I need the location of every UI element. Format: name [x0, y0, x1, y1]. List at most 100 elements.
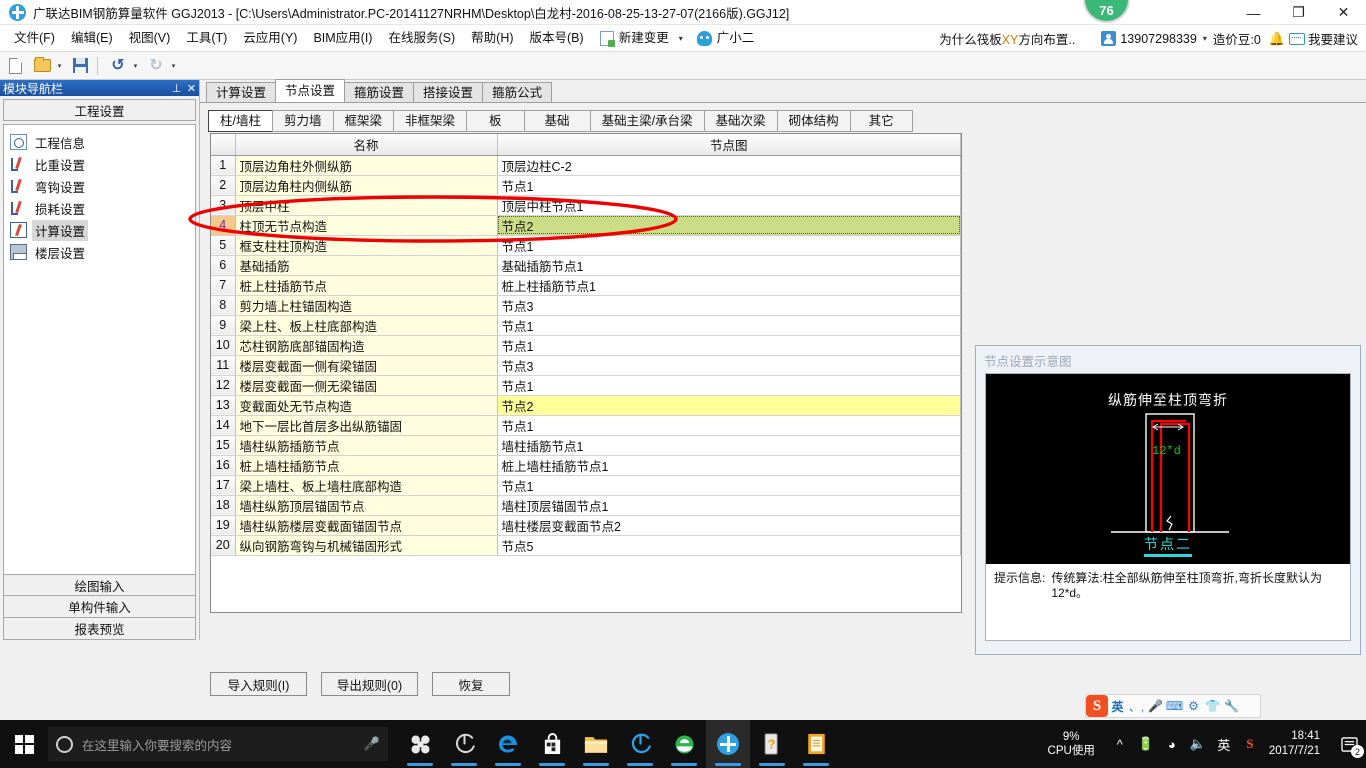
undo-button[interactable]: ↺ — [106, 54, 130, 78]
row-node-diagram-cell[interactable]: 墙柱顶层锚固节点1 — [497, 495, 961, 516]
row-index-cell[interactable]: 1 — [211, 155, 236, 176]
sidebar-item-loss-settings[interactable]: 损耗设置 — [4, 197, 195, 219]
assistant-icon[interactable] — [696, 30, 712, 46]
ime-punctuation-icon[interactable]: 、, — [1127, 698, 1146, 715]
row-node-diagram-cell[interactable]: 节点1 — [497, 475, 961, 496]
row-index-cell[interactable]: 4 — [211, 215, 236, 236]
row-name-cell[interactable]: 墙柱纵筋楼层变截面锚固节点 — [235, 515, 498, 536]
save-button[interactable] — [68, 54, 92, 78]
microphone-icon[interactable]: 🎤 — [364, 736, 380, 752]
table-row[interactable]: 4 柱顶无节点构造 节点2 — [211, 215, 961, 236]
close-button[interactable]: ✕ — [1321, 0, 1366, 25]
row-index-cell[interactable]: 18 — [211, 495, 236, 516]
tab-frame-beam[interactable]: 框架梁 — [332, 110, 395, 132]
row-node-diagram-cell[interactable]: 节点1 — [497, 335, 961, 356]
row-node-diagram-cell[interactable]: 基础插筋节点1 — [497, 255, 961, 276]
row-node-diagram-cell[interactable]: 节点5 — [497, 535, 961, 556]
sidebar-item-weight-settings[interactable]: 比重设置 — [4, 153, 195, 175]
menu-item-edit[interactable]: 编辑(E) — [63, 25, 121, 52]
undo-dropdown-caret-icon[interactable]: ▾ — [130, 62, 141, 70]
tab-stirrup-settings[interactable]: 箍筋设置 — [344, 82, 415, 102]
tab-node-settings[interactable]: 节点设置 — [275, 79, 346, 102]
row-name-cell[interactable]: 梁上墙柱、板上墙柱底部构造 — [235, 475, 498, 496]
row-index-cell[interactable]: 19 — [211, 515, 236, 536]
row-index-cell[interactable]: 7 — [211, 275, 236, 296]
tab-masonry-structure[interactable]: 砌体结构 — [776, 110, 851, 132]
suggestion-button[interactable]: 我要建议 — [1308, 29, 1358, 48]
row-index-cell[interactable]: 2 — [211, 175, 236, 196]
row-name-cell[interactable]: 楼层变截面一侧有梁锚固 — [235, 355, 498, 376]
new-file-button[interactable] — [3, 54, 27, 78]
row-node-diagram-cell[interactable]: 节点3 — [497, 295, 961, 316]
battery-icon[interactable]: 🔋 — [1133, 736, 1159, 752]
skin-icon[interactable]: 👕 — [1203, 699, 1222, 713]
row-index-cell[interactable]: 20 — [211, 535, 236, 556]
promo-link[interactable]: 为什么筏板XY方向布置.. — [939, 29, 1075, 48]
tab-other[interactable]: 其它 — [849, 110, 913, 132]
open-dropdown-caret-icon[interactable]: ▾ — [54, 62, 65, 70]
account-phone[interactable]: 13907298339 — [1120, 32, 1196, 46]
table-row[interactable]: 9 梁上柱、板上柱底部构造 节点1 — [211, 315, 961, 336]
taskbar-qq-browser-icon[interactable] — [442, 720, 486, 768]
export-rules-button[interactable]: 导出规则(0) — [321, 672, 418, 696]
redo-dropdown-caret-icon[interactable]: ▾ — [168, 62, 179, 70]
row-name-cell[interactable]: 桩上柱插筋节点 — [235, 275, 498, 296]
row-node-diagram-cell[interactable]: 墙柱楼层变截面节点2 — [497, 515, 961, 536]
row-node-diagram-cell[interactable]: 顶层边柱C-2 — [497, 155, 961, 176]
menu-item-version[interactable]: 版本号(B) — [522, 25, 592, 52]
microphone-icon[interactable]: 🎤 — [1146, 699, 1165, 713]
open-file-button[interactable] — [30, 54, 54, 78]
row-name-cell[interactable]: 柱顶无节点构造 — [235, 215, 498, 236]
row-name-cell[interactable]: 顶层边角柱外侧纵筋 — [235, 155, 498, 176]
row-node-diagram-cell[interactable]: 节点3 — [497, 355, 961, 376]
assistant-label[interactable]: 广小二 — [715, 25, 763, 52]
new-change-caret-icon[interactable]: ▾ — [679, 34, 683, 43]
row-index-cell[interactable]: 5 — [211, 235, 236, 256]
row-node-diagram-cell[interactable]: 节点2 — [497, 395, 961, 416]
taskbar-360-browser-icon[interactable] — [618, 720, 662, 768]
taskbar-sogou-browser-icon[interactable] — [398, 720, 442, 768]
nav-section-header[interactable]: 工程设置 — [3, 99, 196, 121]
nav-button-report-preview[interactable]: 报表预览 — [3, 618, 196, 640]
table-row[interactable]: 20 纵向钢筋弯钩与机械锚固形式 节点5 — [211, 535, 961, 556]
table-row[interactable]: 17 梁上墙柱、板上墙柱底部构造 节点1 — [211, 475, 961, 496]
row-index-cell[interactable]: 16 — [211, 455, 236, 476]
row-index-cell[interactable]: 9 — [211, 315, 236, 336]
toolbox-icon[interactable]: ⚙ — [1184, 699, 1203, 713]
ime-language-indicator[interactable]: 英 — [1211, 735, 1237, 754]
taskbar-clock[interactable]: 18:41 2017/7/21 — [1269, 729, 1320, 759]
row-name-cell[interactable]: 基础插筋 — [235, 255, 498, 276]
row-name-cell[interactable]: 梁上柱、板上柱底部构造 — [235, 315, 498, 336]
tab-foundation-sub-beam[interactable]: 基础次梁 — [703, 110, 778, 132]
row-index-cell[interactable]: 17 — [211, 475, 236, 496]
row-name-cell[interactable]: 顶层边角柱内侧纵筋 — [235, 175, 498, 196]
minimize-button[interactable]: — — [1231, 0, 1276, 25]
tab-stirrup-formula[interactable]: 箍筋公式 — [482, 82, 553, 102]
taskbar-guanglianda-icon[interactable] — [706, 720, 750, 768]
table-row[interactable]: 13 变截面处无节点构造 节点2 — [211, 395, 961, 416]
row-name-cell[interactable]: 墙柱纵筋插筋节点 — [235, 435, 498, 456]
row-name-cell[interactable]: 变截面处无节点构造 — [235, 395, 498, 416]
tray-expand-chevron-icon[interactable]: ^ — [1107, 737, 1133, 752]
row-name-cell[interactable]: 楼层变截面一侧无梁锚固 — [235, 375, 498, 396]
redo-button[interactable]: ↻ — [144, 54, 168, 78]
windows-start-button[interactable] — [0, 720, 48, 768]
tab-non-frame-beam[interactable]: 非框架梁 — [393, 110, 468, 132]
sidebar-item-hook-settings[interactable]: 弯钩设置 — [4, 175, 195, 197]
node-settings-table-container[interactable]: 名称 节点图 1 顶层边角柱外侧纵筋 顶层边柱C-2 2 顶层边角柱内侧纵筋 节点1 3 顶层… — [210, 133, 962, 613]
tab-foundation[interactable]: 基础 — [523, 110, 591, 132]
row-name-cell[interactable]: 地下一层比首层多出纵筋锚固 — [235, 415, 498, 436]
row-name-cell[interactable]: 纵向钢筋弯钩与机械锚固形式 — [235, 535, 498, 556]
taskbar-file-explorer-icon[interactable] — [574, 720, 618, 768]
cpu-usage-indicator[interactable]: 9% CPU使用 — [1048, 730, 1095, 758]
row-index-cell[interactable]: 13 — [211, 395, 236, 416]
sogou-ime-tray-icon[interactable]: S — [1237, 736, 1263, 752]
row-name-cell[interactable]: 顶层中柱 — [235, 195, 498, 216]
row-node-diagram-cell[interactable]: 顶层中柱节点1 — [497, 195, 961, 216]
row-index-cell[interactable]: 3 — [211, 195, 236, 216]
row-index-cell[interactable]: 10 — [211, 335, 236, 356]
wifi-icon[interactable]: ◕ — [1159, 737, 1185, 752]
row-node-diagram-cell[interactable]: 桩上墙柱插筋节点1 — [497, 455, 961, 476]
volume-icon[interactable]: 🔈 — [1185, 736, 1211, 752]
table-row[interactable]: 14 地下一层比首层多出纵筋锚固 节点1 — [211, 415, 961, 436]
